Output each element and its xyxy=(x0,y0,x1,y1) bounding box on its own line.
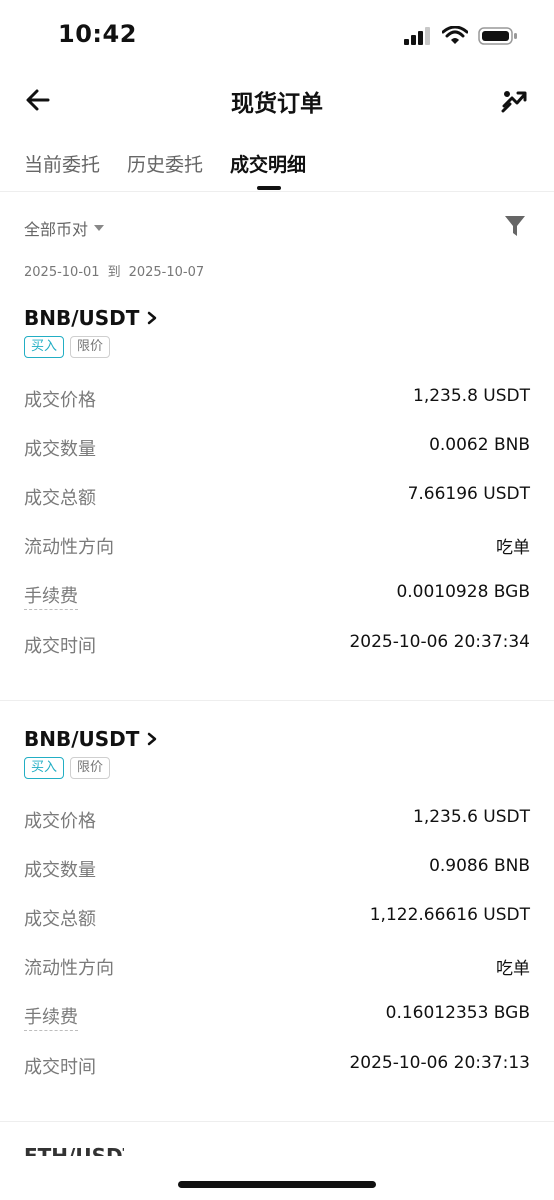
detail-value: 0.0010928 BGB xyxy=(396,582,530,602)
order-tabs: 当前委托 历史委托 成交明细 xyxy=(0,140,554,192)
fee-label-tooltip[interactable]: 手续费 xyxy=(24,582,78,610)
side-tag: 买入 xyxy=(24,757,65,779)
detail-value: 0.9086 BNB xyxy=(429,856,530,876)
wifi-icon xyxy=(442,26,468,44)
date-from: 2025-10-01 xyxy=(24,265,100,280)
detail-label: 成交数量 xyxy=(24,860,96,881)
trade-pair: BNB/USDT xyxy=(24,306,140,330)
detail-label: 成交价格 xyxy=(24,390,96,411)
detail-row-quantity: 成交数量 0.0062 BNB xyxy=(24,433,530,463)
trade-pair-link[interactable]: BNB/USDT xyxy=(24,727,157,751)
detail-row-time: 成交时间 2025-10-06 20:37:13 xyxy=(24,1051,530,1081)
detail-label: 成交时间 xyxy=(24,1057,96,1078)
nav-bar: 现货订单 xyxy=(0,72,554,128)
chevron-right-icon xyxy=(148,732,157,746)
tab-trade-details[interactable]: 成交明细 xyxy=(230,150,306,177)
detail-row-fee: 手续费 0.16012353 BGB xyxy=(24,1001,530,1031)
trade-card-header: BNB/USDT 买入 限价 xyxy=(24,306,157,358)
trade-pair: BNB/USDT xyxy=(24,727,140,751)
date-range[interactable]: 2025-10-01 到 2025-10-07 xyxy=(24,261,212,280)
detail-label: 成交总额 xyxy=(24,909,96,930)
trade-card-partial: ETH/USDT xyxy=(24,1146,124,1156)
detail-value: 1,235.8 USDT xyxy=(413,386,530,406)
order-type-tag: 限价 xyxy=(70,757,111,779)
detail-value: 7.66196 USDT xyxy=(407,484,530,504)
order-type-tag: 限价 xyxy=(70,336,111,358)
detail-row-price: 成交价格 1,235.6 USDT xyxy=(24,805,530,835)
trade-pair-link[interactable]: BNB/USDT xyxy=(24,306,157,330)
detail-value: 0.0062 BNB xyxy=(429,435,530,455)
fee-label-tooltip[interactable]: 手续费 xyxy=(24,1003,78,1031)
status-time: 10:42 xyxy=(58,20,137,48)
detail-row-fee: 手续费 0.0010928 BGB xyxy=(24,580,530,610)
detail-label: 成交总额 xyxy=(24,488,96,509)
filter-row: 全部币对 xyxy=(24,214,530,242)
detail-label: 成交数量 xyxy=(24,439,96,460)
tab-current-orders[interactable]: 当前委托 xyxy=(24,150,100,177)
date-separator: 到 xyxy=(107,265,121,280)
trade-card-header: BNB/USDT 买入 限价 xyxy=(24,727,157,779)
status-bar: 10:42 xyxy=(0,0,554,72)
detail-row-liquidity: 流动性方向 吃单 xyxy=(24,952,530,982)
caret-down-icon xyxy=(94,225,105,231)
trade-pair: ETH/USDT xyxy=(24,1146,124,1156)
detail-value: 0.16012353 BGB xyxy=(385,1003,530,1023)
detail-value: 2025-10-06 20:37:34 xyxy=(349,632,530,652)
page-title: 现货订单 xyxy=(231,91,323,117)
detail-row-liquidity: 流动性方向 吃单 xyxy=(24,531,530,561)
detail-value: 2025-10-06 20:37:13 xyxy=(349,1053,530,1073)
cellular-signal-icon xyxy=(404,27,430,45)
battery-icon xyxy=(478,27,517,45)
share-icon[interactable] xyxy=(498,84,530,116)
chevron-right-icon xyxy=(148,311,157,325)
card-divider xyxy=(0,700,554,701)
date-to: 2025-10-07 xyxy=(128,265,205,280)
pair-select-label: 全部币对 xyxy=(24,220,89,239)
detail-row-quantity: 成交数量 0.9086 BNB xyxy=(24,854,530,884)
detail-label: 成交时间 xyxy=(24,636,96,657)
status-icons xyxy=(404,26,518,46)
detail-value: 吃单 xyxy=(496,959,530,979)
detail-row-price: 成交价格 1,235.8 USDT xyxy=(24,384,530,414)
detail-label: 成交价格 xyxy=(24,811,96,832)
detail-value: 1,122.66616 USDT xyxy=(369,905,530,925)
card-divider xyxy=(0,1121,554,1122)
detail-label: 流动性方向 xyxy=(24,537,114,558)
active-tab-indicator xyxy=(257,186,281,190)
detail-value: 吃单 xyxy=(496,538,530,558)
pair-select[interactable]: 全部币对 xyxy=(24,216,105,240)
detail-row-total: 成交总额 7.66196 USDT xyxy=(24,482,530,512)
funnel-icon[interactable] xyxy=(504,214,526,238)
detail-value: 1,235.6 USDT xyxy=(413,807,530,827)
detail-row-time: 成交时间 2025-10-06 20:37:34 xyxy=(24,630,530,660)
detail-label: 流动性方向 xyxy=(24,958,114,979)
side-tag: 买入 xyxy=(24,336,65,358)
tab-order-history[interactable]: 历史委托 xyxy=(127,150,203,177)
home-indicator[interactable] xyxy=(178,1181,376,1188)
detail-row-total: 成交总额 1,122.66616 USDT xyxy=(24,903,530,933)
